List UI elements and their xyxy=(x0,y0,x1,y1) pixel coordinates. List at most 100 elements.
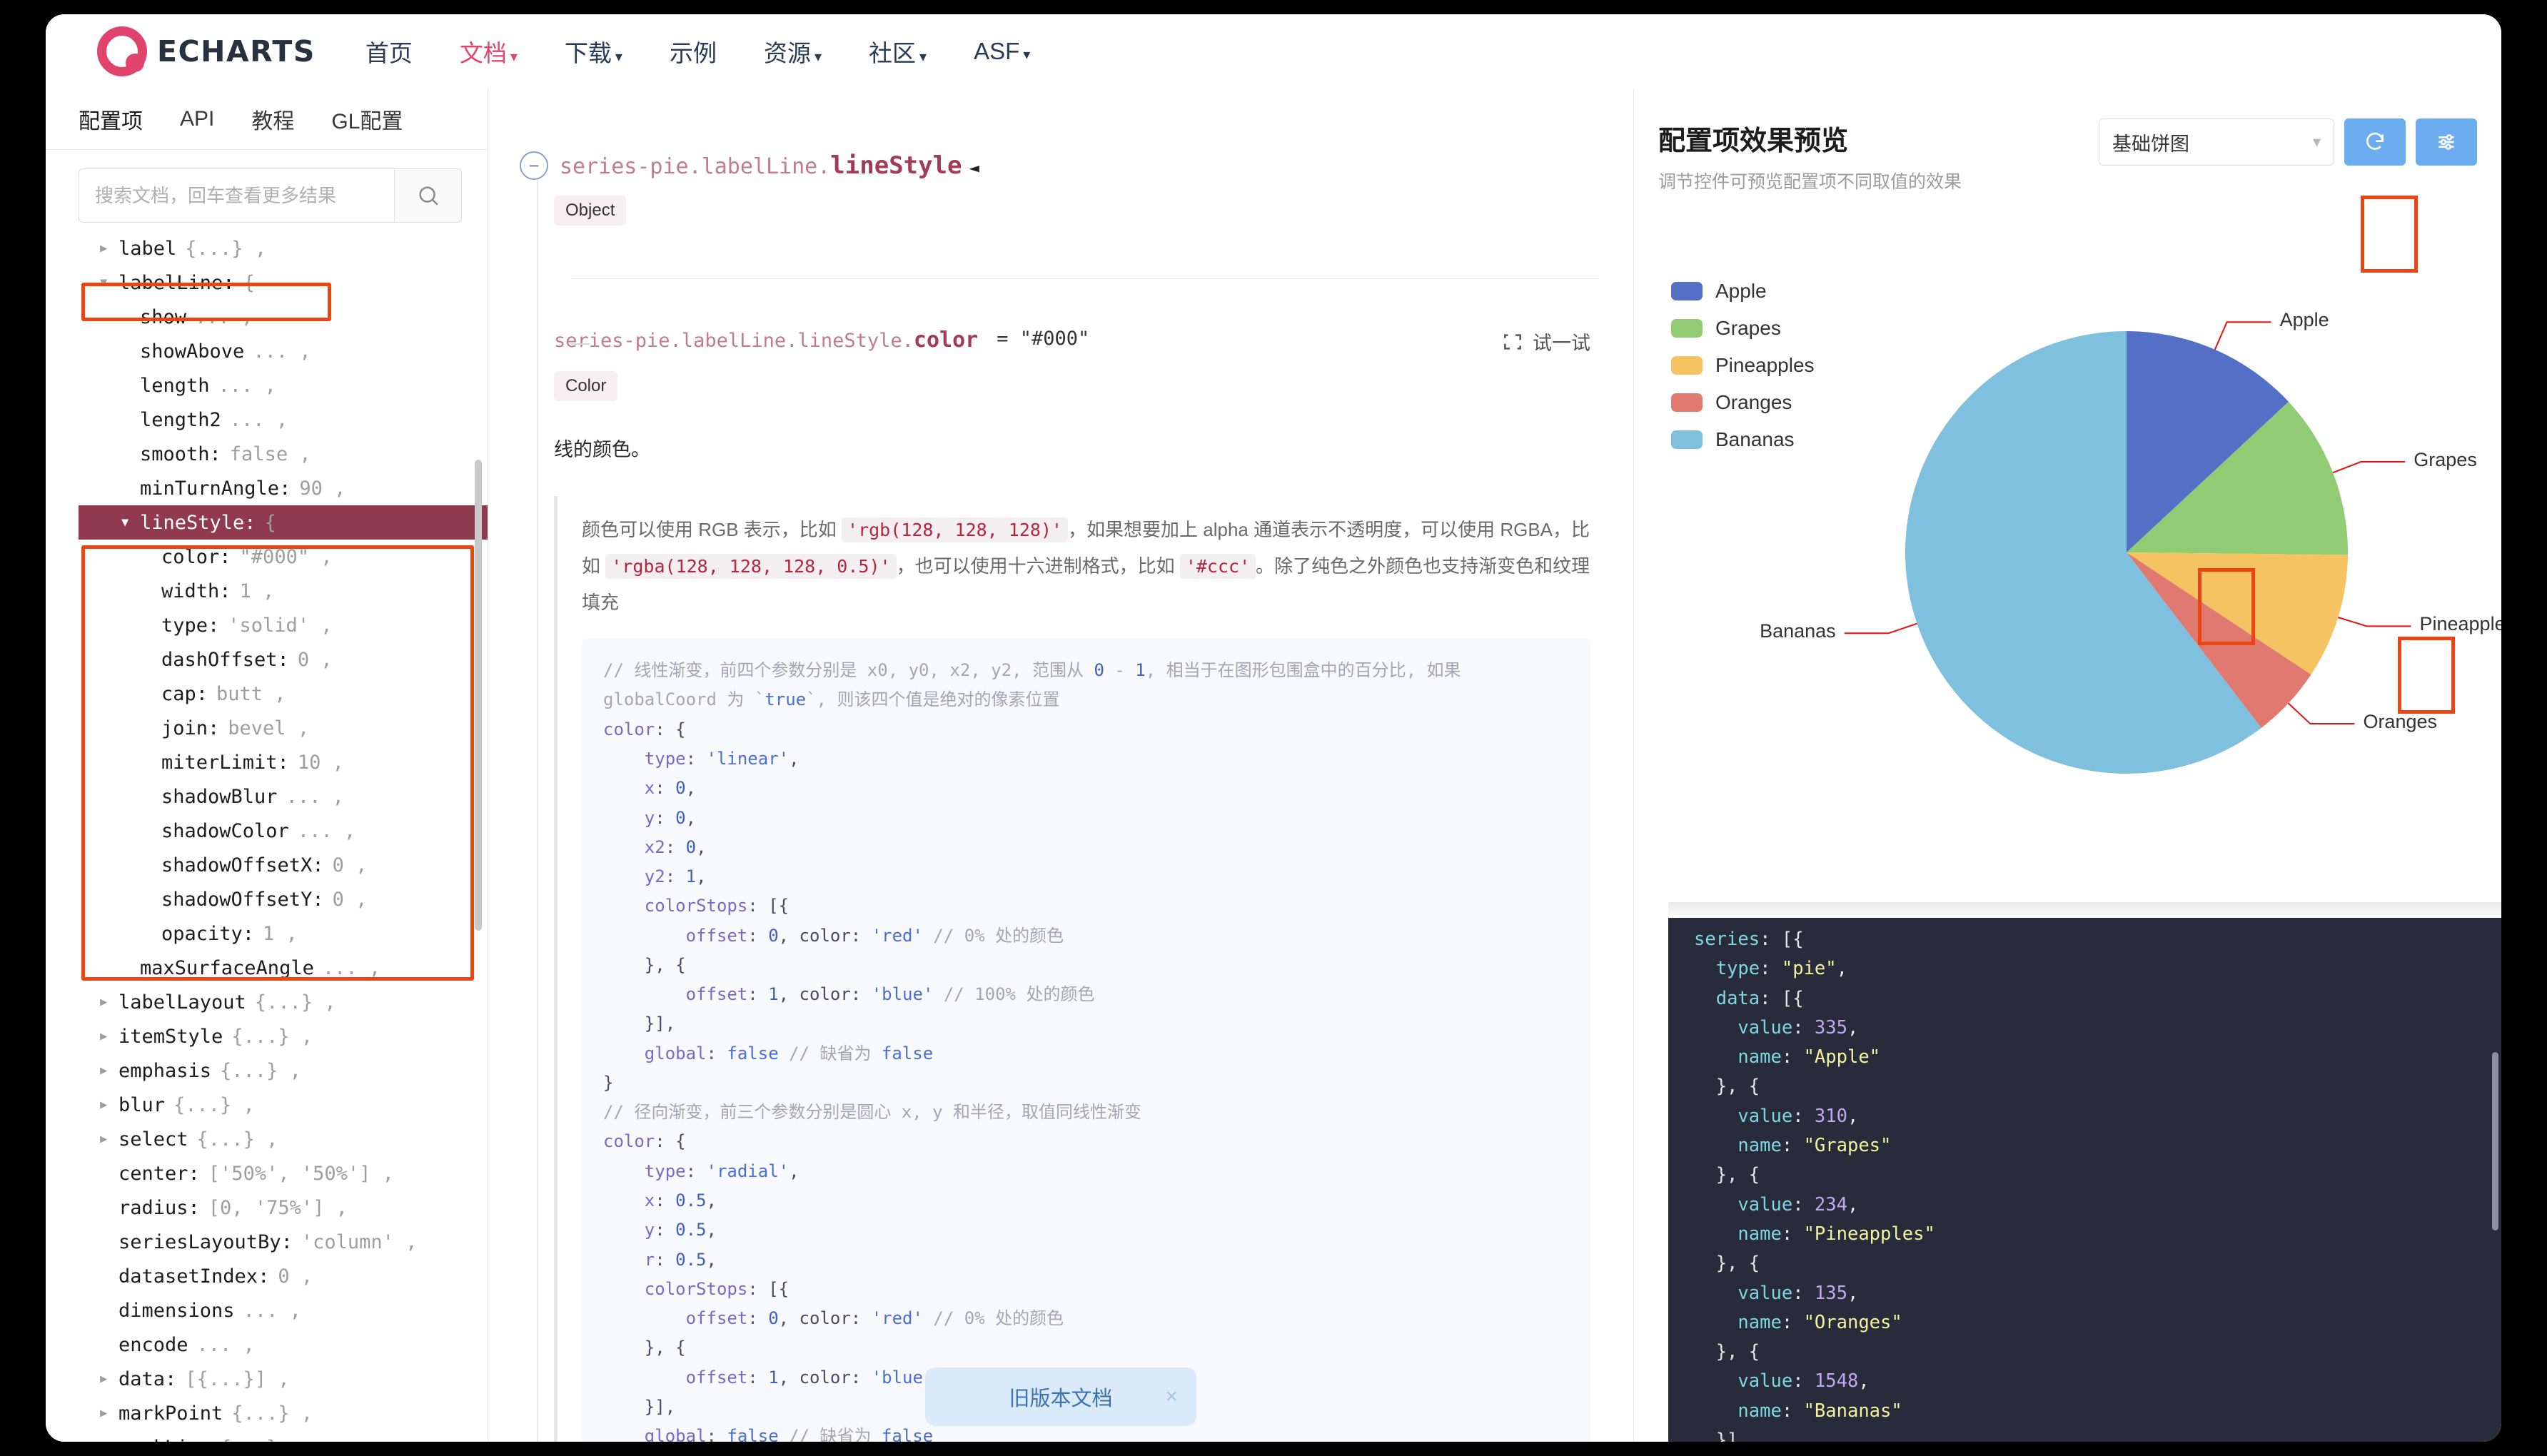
chart-type-select[interactable]: 基础饼图 ▾ xyxy=(2099,118,2334,166)
property-path-prefix: series-pie.labelLine.lineStyle. xyxy=(554,330,914,352)
pie-label: Pineapples xyxy=(2419,613,2501,635)
tree-row-value: ... , xyxy=(196,1333,255,1356)
tree-row[interactable]: datasetIndex: 0 , xyxy=(79,1259,488,1293)
tree-row[interactable]: markPoint {...} , xyxy=(79,1396,488,1430)
tree-row-value: ... , xyxy=(322,956,381,979)
color-note: 颜色可以使用 RGB 表示，比如 'rgb(128, 128, 128)' ，如果… xyxy=(554,496,1590,1442)
chevron-down-icon[interactable] xyxy=(100,275,118,290)
tree-row[interactable]: length2 ... , xyxy=(79,403,488,437)
try-it-button[interactable]: 试一试 xyxy=(1501,328,1590,355)
tree-row-value: false , xyxy=(229,443,311,465)
tree-row[interactable]: lineStyle: { xyxy=(79,505,488,540)
chevron-right-icon[interactable] xyxy=(100,1440,118,1442)
nav-link-社区[interactable]: 社区 ▾ xyxy=(869,34,927,69)
docs-tab-GL配置[interactable]: GL配置 xyxy=(331,103,403,135)
chevron-right-icon[interactable] xyxy=(100,1029,118,1043)
chevron-right-icon[interactable] xyxy=(100,1132,118,1146)
section-path-name: lineStyle xyxy=(830,151,962,180)
tree-row-value: bevel , xyxy=(228,717,310,739)
editor-code[interactable]: series: [{ type: "pie", data: [{ value: … xyxy=(1668,918,2501,1442)
tree-row-key: labelLayout xyxy=(118,991,246,1013)
tree-row[interactable]: encode ... , xyxy=(79,1328,488,1362)
editor-scrollbar[interactable] xyxy=(2492,1052,2498,1230)
search-input[interactable] xyxy=(79,169,394,222)
tree-row[interactable]: itemStyle {...} , xyxy=(79,1019,488,1053)
tree-row[interactable]: cap: butt , xyxy=(79,677,488,711)
tree-row-key: opacity: xyxy=(161,922,255,945)
legacy-docs-toast[interactable]: 旧版本文档 × xyxy=(925,1367,1196,1426)
tree-row-value: ... , xyxy=(229,408,288,431)
echarts-logo[interactable]: ECHARTS xyxy=(97,26,316,76)
tree-row[interactable]: shadowOffsetX: 0 , xyxy=(79,848,488,882)
chevron-right-icon[interactable] xyxy=(100,995,118,1009)
sidebar-scrollbar[interactable] xyxy=(475,460,482,931)
nav-link-首页[interactable]: 首页 xyxy=(365,34,413,69)
search-box[interactable] xyxy=(79,168,462,223)
tree-row[interactable]: type: 'solid' , xyxy=(79,608,488,642)
tree-row[interactable]: blur {...} , xyxy=(79,1088,488,1122)
collapse-toggle-icon[interactable]: − xyxy=(520,151,548,180)
tree-row[interactable]: emphasis {...} , xyxy=(79,1053,488,1088)
tree-row[interactable]: data: [{...}] , xyxy=(79,1362,488,1396)
search-icon[interactable] xyxy=(394,169,461,222)
code-editor[interactable]: series: [{ type: "pie", data: [{ value: … xyxy=(1668,902,2501,1442)
tree-row-value: ... , xyxy=(243,1299,301,1322)
nav-link-资源[interactable]: 资源 ▾ xyxy=(764,34,822,69)
tree-row[interactable]: markLine {...} , xyxy=(79,1430,488,1442)
tree-row-value: {...} , xyxy=(196,1128,278,1151)
docs-sidebar: 配置项API教程GL配置 label {...} ,labelLine: {sh… xyxy=(46,89,488,1442)
tree-row[interactable]: radius: [0, '75%'] , xyxy=(79,1190,488,1225)
pie-label-line xyxy=(2288,702,2355,725)
nav-link-ASF[interactable]: ASF ▾ xyxy=(974,38,1030,65)
tree-row[interactable]: select {...} , xyxy=(79,1122,488,1156)
chart-type-selected-value: 基础饼图 xyxy=(2112,133,2189,155)
chevron-down-icon: ▾ xyxy=(615,49,622,65)
tree-row[interactable]: center: ['50%', '50%'] , xyxy=(79,1156,488,1190)
brand-name: ECHARTS xyxy=(157,34,316,69)
tree-row[interactable]: color: "#000" , xyxy=(79,540,488,574)
editor-line: value: 335, xyxy=(1737,1016,1859,1038)
refresh-button[interactable] xyxy=(2344,118,2406,166)
tree-row[interactable]: join: bevel , xyxy=(79,711,488,745)
settings-button[interactable] xyxy=(2416,118,2477,166)
doc-content: − series-pie.labelLine.lineStyle ◄ Object… xyxy=(488,89,1634,1442)
tree-row[interactable]: dimensions ... , xyxy=(79,1293,488,1328)
back-caret-icon[interactable]: ◄ xyxy=(969,158,979,178)
tree-row[interactable]: showAbove ... , xyxy=(79,334,488,368)
tree-row[interactable]: minTurnAngle: 90 , xyxy=(79,471,488,505)
nav-link-示例[interactable]: 示例 xyxy=(670,34,717,69)
preview-subtitle: 调节控件可预览配置项不同取值的效果 xyxy=(1658,172,1962,192)
pie-label-line xyxy=(1844,622,1917,635)
tree-row[interactable]: dashOffset: 0 , xyxy=(79,642,488,677)
tree-row[interactable]: opacity: 1 , xyxy=(79,916,488,951)
chevron-right-icon[interactable] xyxy=(100,1372,118,1386)
section-type-badge: Object xyxy=(554,196,627,226)
chevron-right-icon[interactable] xyxy=(100,241,118,256)
nav-link-文档[interactable]: 文档 ▾ xyxy=(460,34,518,69)
nav-link-下载[interactable]: 下载 ▾ xyxy=(565,34,622,69)
tree-row-key: emphasis xyxy=(118,1059,212,1082)
docs-tab-API[interactable]: API xyxy=(180,107,214,131)
tree-row[interactable]: label {...} , xyxy=(79,231,488,266)
chevron-right-icon[interactable] xyxy=(100,1063,118,1078)
tree-row[interactable]: show ... , xyxy=(79,300,488,334)
tree-row[interactable]: labelLine: { xyxy=(79,266,488,300)
editor-line: name: "Pineapples" xyxy=(1737,1223,1935,1245)
tree-row[interactable]: shadowOffsetY: 0 , xyxy=(79,882,488,916)
tree-row[interactable]: length ... , xyxy=(79,368,488,403)
editor-line: }, { xyxy=(1694,1076,1760,1098)
tree-row[interactable]: labelLayout {...} , xyxy=(79,985,488,1019)
tree-row[interactable]: seriesLayoutBy: 'column' , xyxy=(79,1225,488,1259)
docs-tab-教程[interactable]: 教程 xyxy=(251,103,294,135)
tree-row[interactable]: miterLimit: 10 , xyxy=(79,745,488,779)
close-icon[interactable]: × xyxy=(1165,1385,1178,1409)
tree-row[interactable]: smooth: false , xyxy=(79,437,488,471)
chevron-down-icon[interactable] xyxy=(121,515,140,530)
chevron-right-icon[interactable] xyxy=(100,1406,118,1420)
tree-row[interactable]: shadowBlur ... , xyxy=(79,779,488,814)
tree-row[interactable]: width: 1 , xyxy=(79,574,488,608)
chevron-right-icon[interactable] xyxy=(100,1098,118,1112)
docs-tab-配置项[interactable]: 配置项 xyxy=(79,103,143,135)
tree-row[interactable]: maxSurfaceAngle ... , xyxy=(79,951,488,985)
tree-row[interactable]: shadowColor ... , xyxy=(79,814,488,848)
